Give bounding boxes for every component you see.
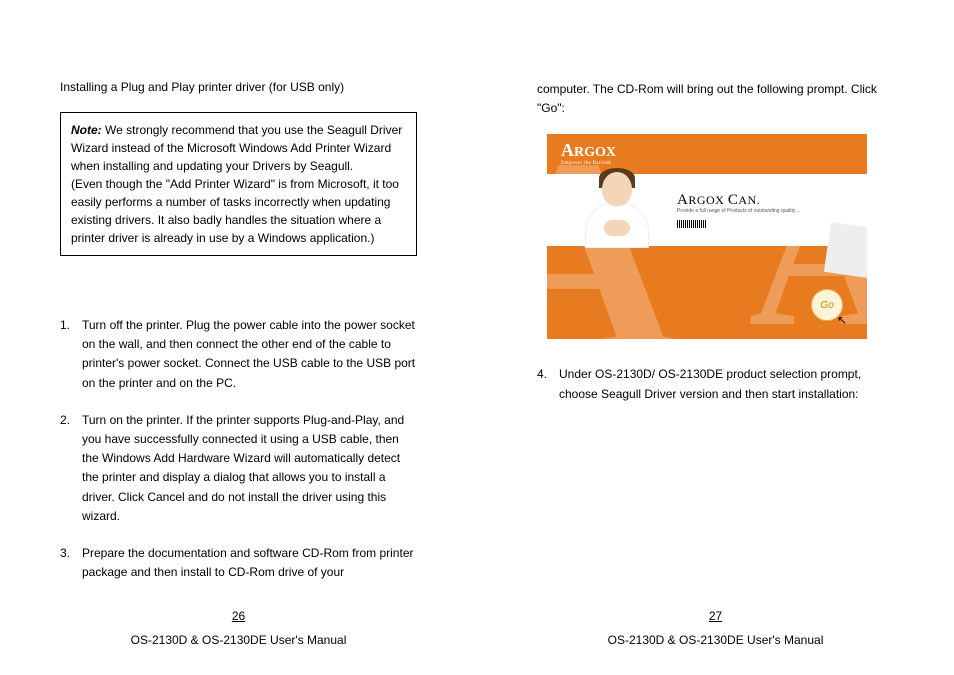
list-text: Turn on the printer. If the printer supp… (82, 411, 417, 526)
splash-headline: ARGOX CAN. (677, 192, 760, 209)
note-label: Note: (71, 123, 102, 137)
page-footer: 26 OS-2130D & OS-2130DE User's Manual (0, 609, 477, 647)
page-footer: 27 OS-2130D & OS-2130DE User's Manual (477, 609, 954, 647)
list-number: 1. (60, 316, 82, 393)
section-title: Installing a Plug and Play printer drive… (60, 80, 417, 94)
page-right: computer. The CD-Rom will bring out the … (477, 0, 954, 675)
barcode-icon (677, 220, 707, 228)
list-item: 2. Turn on the printer. If the printer s… (60, 411, 417, 526)
list-number: 3. (60, 544, 82, 582)
list-item: 3. Prepare the documentation and softwar… (60, 544, 417, 582)
page-number: 26 (0, 609, 477, 623)
list-number: 4. (537, 365, 559, 403)
list-item: 1. Turn off the printer. Plug the power … (60, 316, 417, 393)
manual-title: OS-2130D & OS-2130DE User's Manual (608, 633, 824, 647)
brand-logo: ARGOX Empower the Barcode (561, 140, 616, 166)
list-text: Prepare the documentation and software C… (82, 544, 417, 582)
page-number: 27 (477, 609, 954, 623)
note-box: Note: We strongly recommend that you use… (60, 112, 417, 256)
list-text: Turn off the printer. Plug the power cab… (82, 316, 417, 393)
list-text: Under OS-2130D/ OS-2130DE product select… (559, 365, 894, 403)
cd-splash-screenshot: A A ARGOX Empower the Barcode ARGOX CAN.… (547, 134, 867, 339)
person-illustration (577, 166, 657, 246)
page-left: Installing a Plug and Play printer drive… (0, 0, 477, 675)
list-item: 4. Under OS-2130D/ OS-2130DE product sel… (537, 365, 894, 403)
list-number: 2. (60, 411, 82, 526)
note-body: We strongly recommend that you use the S… (71, 123, 402, 245)
splash-white-band: ARGOX CAN. Provide a full range of Produ… (547, 174, 867, 246)
ordered-list: 1. Turn off the printer. Plug the power … (60, 316, 417, 600)
manual-title: OS-2130D & OS-2130DE User's Manual (131, 633, 347, 647)
splash-subline: Provide a full range of Products of outs… (677, 208, 800, 214)
continuation-text: computer. The CD-Rom will bring out the … (537, 80, 894, 118)
cursor-icon: ↖ (837, 313, 847, 327)
